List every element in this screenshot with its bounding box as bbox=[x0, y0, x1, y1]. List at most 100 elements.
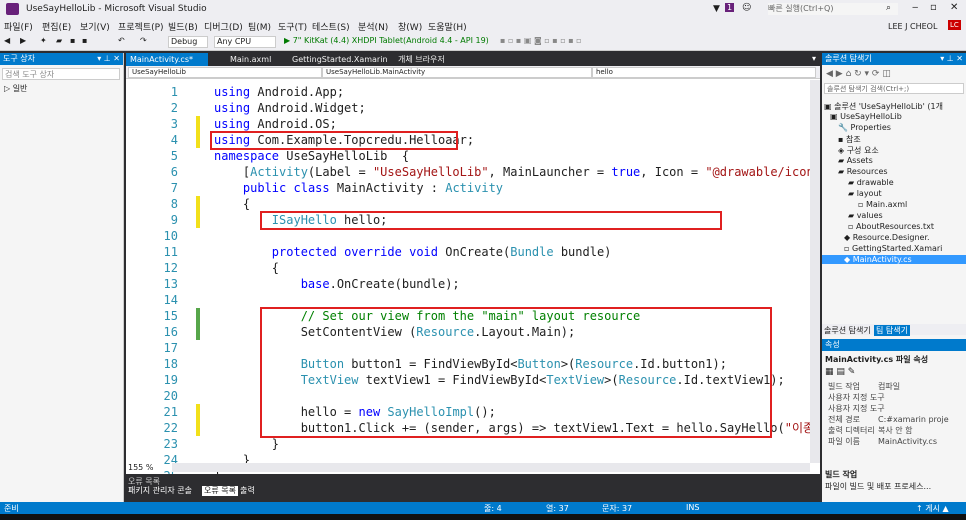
project-select[interactable]: UseSayHelloLib bbox=[128, 67, 322, 78]
resource-designer-node[interactable]: ◆ Resource.Designer. bbox=[844, 233, 930, 242]
tab-output[interactable]: 출력 bbox=[238, 486, 257, 496]
menu-view[interactable]: 보기(V) bbox=[80, 20, 110, 33]
configuration-select[interactable]: Debug bbox=[168, 36, 208, 48]
code-text[interactable]: { bbox=[214, 196, 250, 212]
assets-node[interactable]: ▰ Assets bbox=[838, 156, 873, 165]
properties-node[interactable]: 🔧 Properties bbox=[838, 123, 891, 132]
feedback-icon[interactable]: ☺ bbox=[742, 3, 751, 13]
menu-help[interactable]: 도움말(H) bbox=[428, 20, 467, 33]
code-text[interactable]: namespace UseSayHelloLib { bbox=[214, 148, 409, 164]
code-text[interactable]: { bbox=[214, 260, 279, 276]
project-node[interactable]: ▣ UseSayHelloLib bbox=[830, 112, 902, 121]
main-axml-node[interactable]: ▫ Main.axml bbox=[858, 200, 907, 209]
tab-package-console[interactable]: 패키지 관리자 콘솔 bbox=[126, 486, 194, 496]
solution-search-input[interactable]: 솔루션 탐색기 검색(Ctrl+;) bbox=[824, 83, 964, 94]
code-text[interactable]: [Activity(Label = "UseSayHelloLib", Main… bbox=[214, 164, 820, 180]
code-line[interactable]: 8 { bbox=[126, 196, 806, 212]
menu-project[interactable]: 프로젝트(P) bbox=[118, 20, 164, 33]
minimize-button[interactable]: ‒ bbox=[912, 2, 918, 13]
code-text[interactable]: using Android.Widget; bbox=[214, 100, 366, 116]
back-icon[interactable]: ◀ bbox=[4, 36, 10, 48]
member-select[interactable]: hello bbox=[592, 67, 816, 78]
platform-select[interactable]: Any CPU bbox=[214, 36, 276, 48]
layout-node[interactable]: ▰ layout bbox=[848, 189, 882, 198]
start-debug-button[interactable]: ▶ 7" KitKat (4.4) XHDPI Tablet(Android 4… bbox=[284, 36, 489, 48]
resources-node[interactable]: ▰ Resources bbox=[838, 167, 888, 176]
code-line[interactable]: 3 using Android.OS; bbox=[126, 116, 806, 132]
tab-main-axml[interactable]: Main.axml bbox=[226, 53, 275, 66]
vertical-scrollbar[interactable] bbox=[810, 80, 820, 463]
pin-icon[interactable]: ▾ ⊥ ✕ bbox=[97, 53, 120, 65]
solution-node[interactable]: ▣ 솔루션 'UseSayHelloLib' (1개 bbox=[824, 101, 943, 112]
code-text[interactable]: using Android.App; bbox=[214, 84, 344, 100]
drawable-node[interactable]: ▰ drawable bbox=[848, 178, 894, 187]
code-line[interactable]: 23 } bbox=[126, 436, 806, 452]
user-name[interactable]: LEE J CHEOL bbox=[888, 22, 937, 31]
search-icon[interactable]: ⌕ bbox=[886, 3, 891, 13]
save-all-icon[interactable]: ▪ bbox=[82, 36, 87, 48]
redo-icon[interactable]: ↷ bbox=[140, 36, 147, 48]
notification-badge[interactable]: 1 bbox=[725, 3, 735, 12]
about-resources-node[interactable]: ▫ AboutResources.txt bbox=[848, 222, 934, 231]
menu-file[interactable]: 파일(F) bbox=[4, 20, 33, 33]
tab-team-explorer[interactable]: 팀 탐색기 bbox=[874, 325, 910, 336]
code-line[interactable]: 13 base.OnCreate(bundle); bbox=[126, 276, 806, 292]
code-text[interactable]: public class MainActivity : Activity bbox=[214, 180, 503, 196]
code-line[interactable]: 11 protected override void OnCreate(Bund… bbox=[126, 244, 806, 260]
menu-build[interactable]: 빌드(B) bbox=[168, 20, 198, 33]
forward-icon[interactable]: ▶ bbox=[20, 36, 26, 48]
maximize-button[interactable]: ▫ bbox=[930, 2, 937, 13]
class-select[interactable]: UseSayHelloLib.MainActivity bbox=[322, 67, 592, 78]
tab-getting-started[interactable]: GettingStarted.Xamarin bbox=[288, 53, 392, 66]
code-line[interactable]: 10 bbox=[126, 228, 806, 244]
menu-test[interactable]: 테스트(S) bbox=[312, 20, 350, 33]
toolbox-search-input[interactable]: 검색 도구 상자 bbox=[2, 68, 120, 80]
property-row[interactable]: 빌드 작업 컴파일 bbox=[828, 381, 900, 392]
property-row[interactable]: 출력 디렉터리 복사 안 함 bbox=[828, 425, 913, 436]
pin-icon[interactable]: ▾ ⊥ ✕ bbox=[940, 53, 963, 65]
menu-team[interactable]: 팀(M) bbox=[248, 20, 271, 33]
code-line[interactable]: 5 namespace UseSayHelloLib { bbox=[126, 148, 806, 164]
property-row[interactable]: 파일 이름 MainActivity.cs bbox=[828, 436, 937, 447]
tab-dropdown-icon[interactable]: ▾ bbox=[812, 54, 816, 63]
menu-window[interactable]: 창(W) bbox=[398, 20, 422, 33]
code-line[interactable]: 6 [Activity(Label = "UseSayHelloLib", Ma… bbox=[126, 164, 820, 180]
properties-sort-icon[interactable]: ▦ ▤ ✎ bbox=[825, 367, 855, 377]
code-line[interactable]: 12 { bbox=[126, 260, 806, 276]
mainactivity-node[interactable]: ◆ MainActivity.cs bbox=[822, 255, 966, 264]
code-view[interactable]: 1 using Android.App; 2 using Android.Widget… bbox=[126, 80, 820, 514]
property-row[interactable]: 사용자 지정 도구 bbox=[828, 392, 885, 403]
code-line[interactable]: 2 using Android.Widget; bbox=[126, 100, 806, 116]
references-node[interactable]: ▪ 참조 bbox=[838, 134, 861, 145]
new-project-icon[interactable]: ✦ bbox=[40, 36, 47, 48]
menu-debug[interactable]: 디버그(D) bbox=[204, 20, 243, 33]
code-line[interactable]: 14 bbox=[126, 292, 806, 308]
values-node[interactable]: ▰ values bbox=[848, 211, 883, 220]
menu-tools[interactable]: 도구(T) bbox=[278, 20, 307, 33]
tab-object-browser[interactable]: 개체 브라우저 bbox=[394, 53, 449, 66]
filter-icon[interactable]: ▼ bbox=[713, 4, 720, 14]
save-icon[interactable]: ▪ bbox=[70, 36, 75, 48]
code-text[interactable]: protected override void OnCreate(Bundle … bbox=[214, 244, 612, 260]
property-row[interactable]: 전체 경로 C:#xamarin proje bbox=[828, 414, 949, 425]
code-text[interactable]: base.OnCreate(bundle); bbox=[214, 276, 460, 292]
toolbox-group-general[interactable]: ▷ 일반 bbox=[4, 83, 27, 94]
tab-mainactivity[interactable]: MainActivity.cs* bbox=[126, 53, 208, 66]
tab-error-list[interactable]: 오류 목록 bbox=[202, 486, 238, 496]
quick-launch-input[interactable]: 빠른 실행(Ctrl+Q) bbox=[768, 3, 898, 15]
horizontal-scrollbar[interactable] bbox=[172, 463, 810, 472]
code-line[interactable]: 7 public class MainActivity : Activity bbox=[126, 180, 806, 196]
close-button[interactable]: ✕ bbox=[950, 2, 958, 13]
components-node[interactable]: ◈ 구성 요소 bbox=[838, 145, 879, 156]
properties-object[interactable]: MainActivity.cs 파일 속성 bbox=[825, 354, 928, 365]
menu-edit[interactable]: 편집(E) bbox=[42, 20, 71, 33]
property-row[interactable]: 사용자 지정 도구 bbox=[828, 403, 885, 414]
open-icon[interactable]: ▰ bbox=[56, 36, 62, 48]
code-text[interactable]: } bbox=[214, 436, 279, 452]
zoom-select[interactable]: 155 % bbox=[128, 463, 153, 472]
code-text[interactable]: using Android.OS; bbox=[214, 116, 337, 132]
getting-started-node[interactable]: ▫ GettingStarted.Xamari bbox=[844, 244, 942, 253]
tab-solution-explorer[interactable]: 솔루션 탐색기 bbox=[824, 325, 871, 336]
menu-analyze[interactable]: 분석(N) bbox=[358, 20, 388, 33]
publish-button[interactable]: ↑ 게시 ▲ bbox=[916, 503, 949, 514]
